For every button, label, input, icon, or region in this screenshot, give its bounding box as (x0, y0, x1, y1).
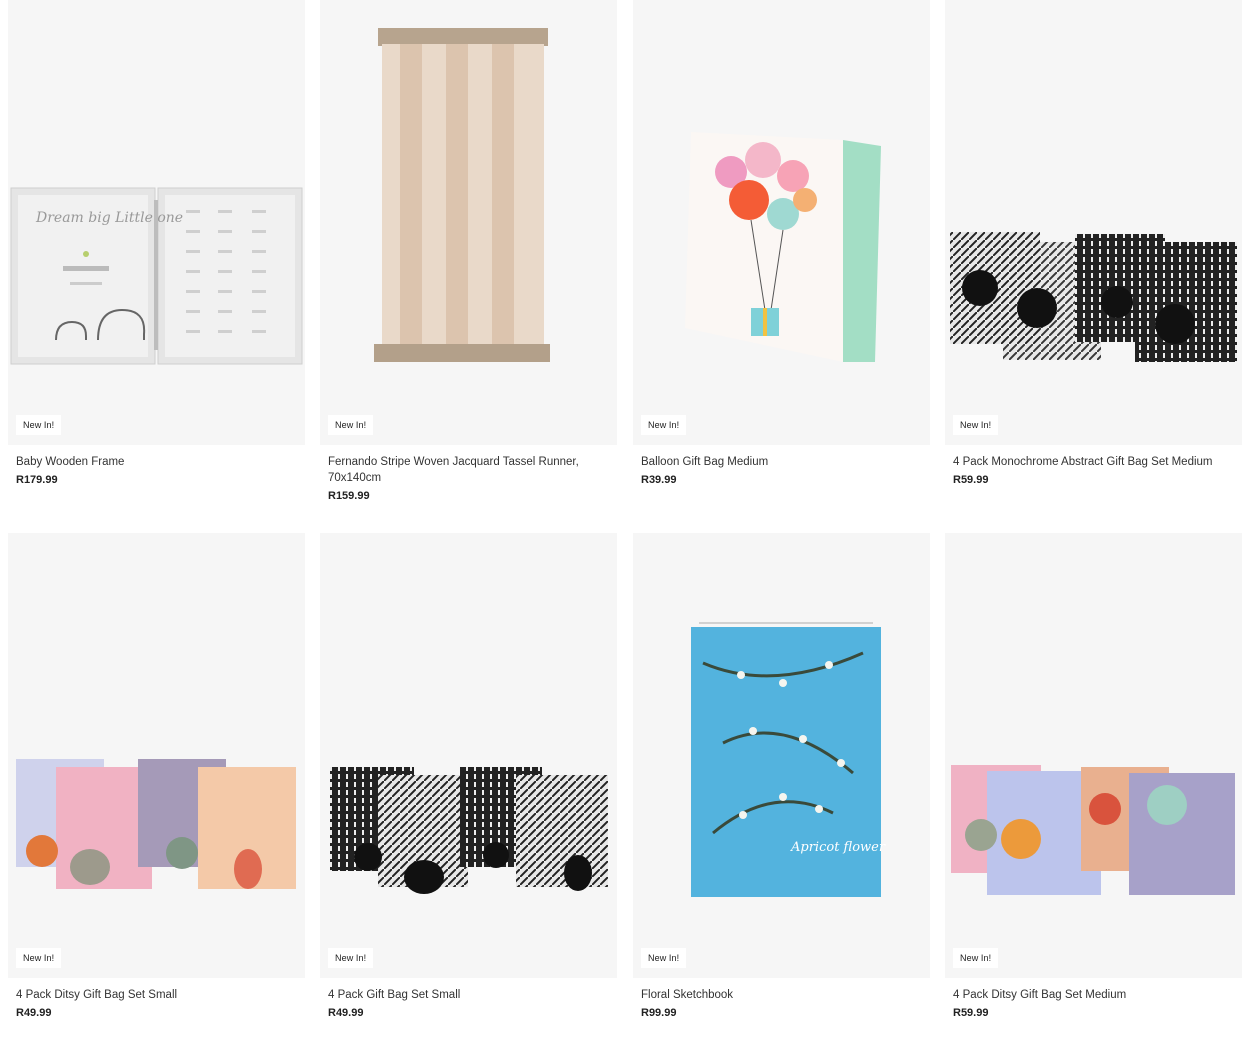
product-price: R99.99 (641, 1007, 677, 1019)
product-title[interactable]: 4 Pack Monochrome Abstract Gift Bag Set … (953, 454, 1234, 470)
product-price: R159.99 (328, 490, 370, 502)
new-in-badge: New In! (641, 948, 687, 968)
product-image[interactable]: Apricot flower New In! (633, 533, 930, 978)
tassel-runner-image (374, 28, 550, 362)
new-in-badge: New In! (953, 948, 999, 968)
monochrome-gift-bags-image (950, 232, 1237, 362)
product-card[interactable]: Dream big Little one New In! Baby Wooden… (8, 0, 305, 486)
product-card[interactable]: New In! Fernando Stripe Woven Jacquard T… (320, 0, 617, 502)
new-in-badge: New In! (16, 415, 62, 435)
product-grid: Dream big Little one New In! Baby Wooden… (0, 0, 1250, 1050)
product-image[interactable]: New In! (945, 533, 1242, 978)
product-price: R59.99 (953, 1007, 989, 1019)
balloon-gift-bag-image (685, 132, 881, 362)
product-image[interactable]: New In! (945, 0, 1242, 445)
product-image[interactable]: Dream big Little one New In! (8, 0, 305, 445)
new-in-badge: New In! (641, 415, 687, 435)
new-in-badge: New In! (328, 415, 374, 435)
new-in-badge: New In! (16, 948, 62, 968)
product-image[interactable]: New In! (8, 533, 305, 978)
ditsy-gift-bags-medium-image (951, 765, 1235, 895)
svg-text:Dream big Little one: Dream big Little one (35, 210, 183, 226)
product-price: R49.99 (16, 1007, 52, 1019)
photo-frame-image: Dream big Little one (10, 187, 303, 365)
product-image[interactable]: New In! (320, 533, 617, 978)
new-in-badge: New In! (953, 415, 999, 435)
product-title[interactable]: Fernando Stripe Woven Jacquard Tassel Ru… (328, 454, 609, 486)
product-card[interactable]: Apricot flower New In! Floral Sketchbook… (633, 533, 930, 1019)
product-price: R59.99 (953, 474, 989, 486)
ditsy-gift-bags-small-image (16, 759, 296, 889)
product-card[interactable]: New In! 4 Pack Ditsy Gift Bag Set Small … (8, 533, 305, 1019)
product-image[interactable]: New In! (633, 0, 930, 445)
svg-text:Apricot flower: Apricot flower (790, 840, 886, 855)
product-card[interactable]: New In! Balloon Gift Bag Medium R39.99 (633, 0, 930, 486)
product-price: R49.99 (328, 1007, 364, 1019)
product-price: R39.99 (641, 474, 677, 486)
gift-bag-set-small-image (330, 767, 608, 894)
product-title[interactable]: Balloon Gift Bag Medium (641, 454, 922, 470)
product-title[interactable]: 4 Pack Ditsy Gift Bag Set Small (16, 987, 297, 1003)
product-card[interactable]: New In! 4 Pack Monochrome Abstract Gift … (945, 0, 1242, 486)
product-title[interactable]: 4 Pack Ditsy Gift Bag Set Medium (953, 987, 1234, 1003)
product-price: R179.99 (16, 474, 58, 486)
product-card[interactable]: New In! 4 Pack Gift Bag Set Small R49.99 (320, 533, 617, 1019)
product-card[interactable]: New In! 4 Pack Ditsy Gift Bag Set Medium… (945, 533, 1242, 1019)
product-image[interactable]: New In! (320, 0, 617, 445)
product-title[interactable]: 4 Pack Gift Bag Set Small (328, 987, 609, 1003)
floral-sketchbook-image: Apricot flower (691, 622, 886, 897)
new-in-badge: New In! (328, 948, 374, 968)
product-title[interactable]: Baby Wooden Frame (16, 454, 297, 470)
product-title[interactable]: Floral Sketchbook (641, 987, 922, 1003)
